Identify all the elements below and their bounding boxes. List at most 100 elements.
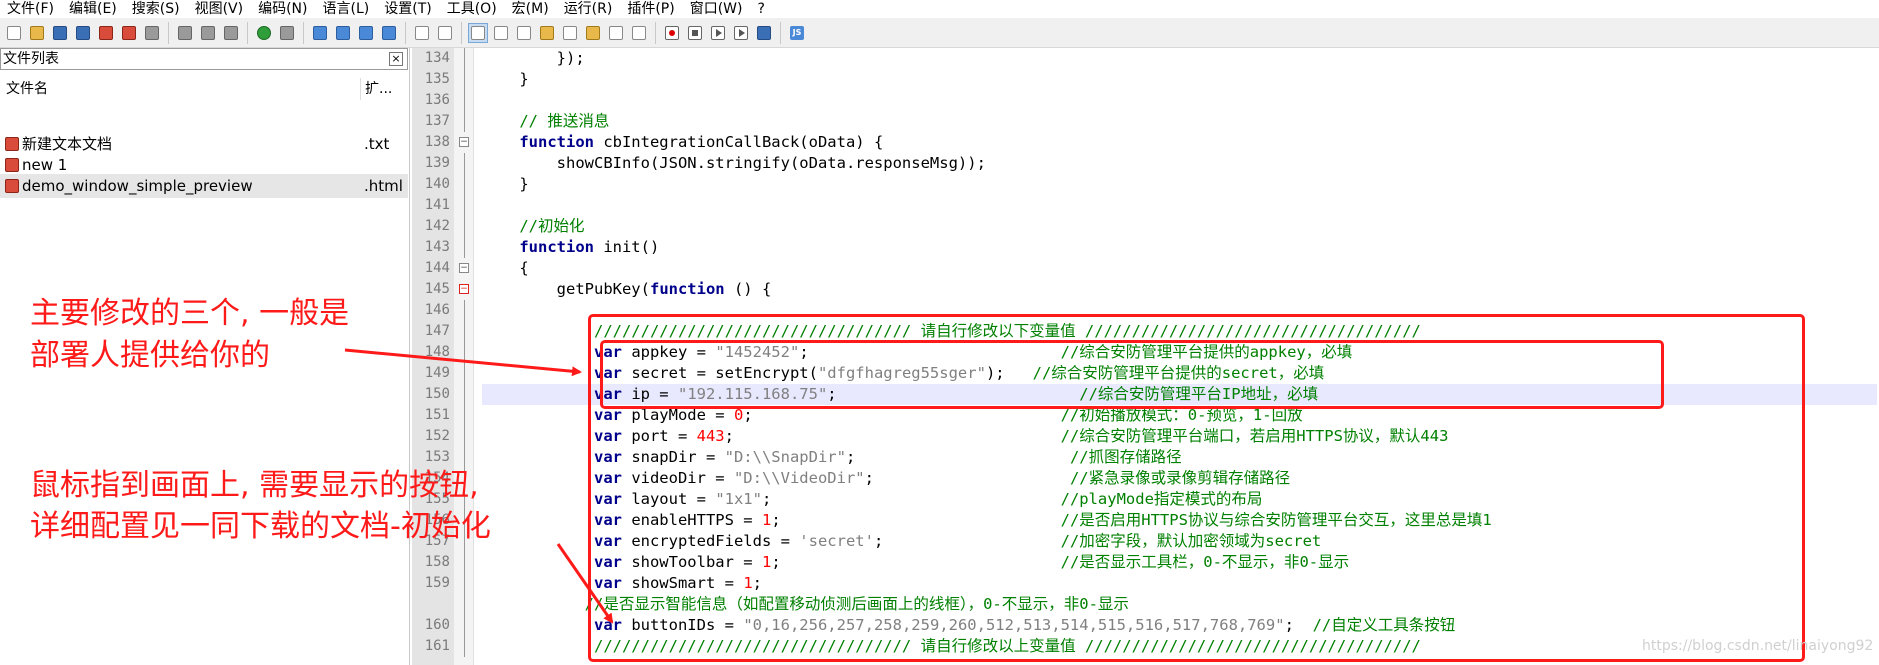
- fold-line: [464, 300, 465, 321]
- paste-icon[interactable]: [221, 23, 241, 43]
- function-list-icon-glyph: [563, 25, 577, 40]
- code-line[interactable]: {: [482, 258, 1877, 279]
- line-number: 137: [424, 113, 450, 129]
- cut-icon[interactable]: [175, 23, 195, 43]
- menu-item-1[interactable]: 编辑(E): [62, 0, 125, 18]
- close-icon-glyph: [99, 25, 113, 40]
- menu-item-6[interactable]: 设置(T): [377, 0, 439, 18]
- line-number: 146: [424, 302, 450, 318]
- zoom-out-icon[interactable]: [379, 23, 399, 43]
- code-line[interactable]: }: [482, 174, 1877, 195]
- fold-margin[interactable]: − − −: [454, 48, 474, 665]
- undo-icon[interactable]: [254, 23, 274, 43]
- menu-item-7[interactable]: 工具(O): [440, 0, 505, 18]
- print-icon[interactable]: [142, 23, 162, 43]
- open-file-icon-glyph: [30, 25, 44, 40]
- find-icon-glyph: [313, 25, 327, 40]
- menu-item-5[interactable]: 语言(L): [316, 0, 378, 18]
- doc-map-icon[interactable]: [606, 23, 626, 43]
- code-line[interactable]: [482, 90, 1877, 111]
- menu-item-3[interactable]: 视图(V): [188, 0, 252, 18]
- file-row[interactable]: demo_window_simple_preview .html: [0, 174, 408, 198]
- line-number: 144: [424, 260, 450, 276]
- record-macro-icon[interactable]: [662, 23, 682, 43]
- line-number: 140: [424, 176, 450, 192]
- show-all-chars-icon[interactable]: [491, 23, 511, 43]
- code-line[interactable]: getPubKey(function () {: [482, 279, 1877, 300]
- file-ext: .html: [364, 177, 403, 195]
- menu-bar: 文件(F) 编辑(E) 搜索(S) 视图(V) 编码(N) 语言(L) 设置(T) 工具(O)…: [0, 0, 1879, 18]
- open-file-icon[interactable]: [27, 23, 47, 43]
- toolbar-separator: [247, 21, 248, 44]
- menu-item-4[interactable]: 编码(N): [251, 0, 315, 18]
- code-line[interactable]: function init(): [482, 237, 1877, 258]
- monitor-icon[interactable]: [629, 23, 649, 43]
- sync-horizontal-icon[interactable]: [435, 23, 455, 43]
- code-line[interactable]: function cbIntegrationCallBack(oData) {: [482, 132, 1877, 153]
- code-line[interactable]: showCBInfo(JSON.stringify(oData.response…: [482, 153, 1877, 174]
- stop-record-icon[interactable]: [685, 23, 705, 43]
- menu-item-12[interactable]: ?: [751, 0, 773, 18]
- menu-item-0[interactable]: 文件(F): [0, 0, 62, 18]
- menu-item-10[interactable]: 插件(P): [620, 0, 682, 18]
- menu-item-2[interactable]: 搜索(S): [125, 0, 188, 18]
- line-number: 153: [424, 449, 450, 465]
- toolbar-separator: [168, 21, 169, 44]
- fold-line: [464, 363, 465, 384]
- close-all-icon[interactable]: [119, 23, 139, 43]
- run-macro-multiple-icon[interactable]: [731, 23, 751, 43]
- fold-toggle-icon[interactable]: −: [459, 137, 469, 147]
- save-icon-glyph: [53, 25, 67, 40]
- monitor-icon-glyph: [632, 25, 646, 40]
- copy-icon[interactable]: [198, 23, 218, 43]
- play-macro-icon[interactable]: [708, 23, 728, 43]
- word-wrap-icon[interactable]: [468, 22, 488, 43]
- fold-line: [464, 426, 465, 447]
- menu-item-11[interactable]: 窗口(W): [683, 0, 751, 18]
- toolbar-separator: [655, 21, 656, 44]
- fold-toggle-icon[interactable]: −: [459, 284, 469, 294]
- code-line[interactable]: });: [482, 48, 1877, 69]
- zoom-in-icon[interactable]: [356, 23, 376, 43]
- code-line[interactable]: //初始化: [482, 216, 1877, 237]
- line-number: [412, 594, 454, 615]
- code-line[interactable]: }: [482, 69, 1877, 90]
- column-header-name[interactable]: 文件名: [6, 78, 48, 100]
- code-line[interactable]: // 推送消息: [482, 111, 1877, 132]
- line-number: 145: [424, 281, 450, 297]
- annotation-text-buttons-2: 详细配置见一同下载的文档-初始化: [30, 509, 491, 544]
- copy-icon-glyph: [201, 25, 215, 40]
- fold-line: [464, 552, 465, 573]
- user-lang-icon[interactable]: [537, 23, 557, 43]
- fold-toggle-icon[interactable]: −: [459, 263, 469, 273]
- find-icon[interactable]: [310, 23, 330, 43]
- file-list-header: 文件名 扩...: [0, 78, 408, 100]
- new-file-icon-glyph: [7, 25, 21, 40]
- code-line[interactable]: [482, 195, 1877, 216]
- toolbar-separator: [461, 21, 462, 44]
- line-number: 142: [424, 218, 450, 234]
- annotation-box-keys: [600, 340, 1664, 409]
- save-all-icon[interactable]: [73, 23, 93, 43]
- stop-record-icon-glyph: [688, 25, 702, 40]
- sync-vertical-icon[interactable]: [412, 23, 432, 43]
- replace-icon[interactable]: [333, 23, 353, 43]
- indent-guide-icon[interactable]: [514, 23, 534, 43]
- column-header-ext[interactable]: 扩...: [360, 78, 392, 100]
- save-macro-icon[interactable]: [754, 23, 774, 43]
- new-file-icon[interactable]: [4, 23, 24, 43]
- jslint-icon[interactable]: JS: [787, 23, 807, 43]
- redo-icon[interactable]: [277, 23, 297, 43]
- menu-item-8[interactable]: 宏(M): [505, 0, 557, 18]
- close-icon[interactable]: [96, 23, 116, 43]
- undo-icon-glyph: [257, 25, 271, 40]
- folder-workspace-icon[interactable]: [583, 23, 603, 43]
- line-number: 150: [424, 386, 450, 402]
- fold-line: [464, 405, 465, 426]
- function-list-icon[interactable]: [560, 23, 580, 43]
- close-icon[interactable]: ×: [389, 52, 403, 66]
- line-number: 159: [424, 575, 450, 591]
- panel-title: 文件列表 ×: [0, 48, 408, 70]
- menu-item-9[interactable]: 运行(R): [557, 0, 621, 18]
- save-icon[interactable]: [50, 23, 70, 43]
